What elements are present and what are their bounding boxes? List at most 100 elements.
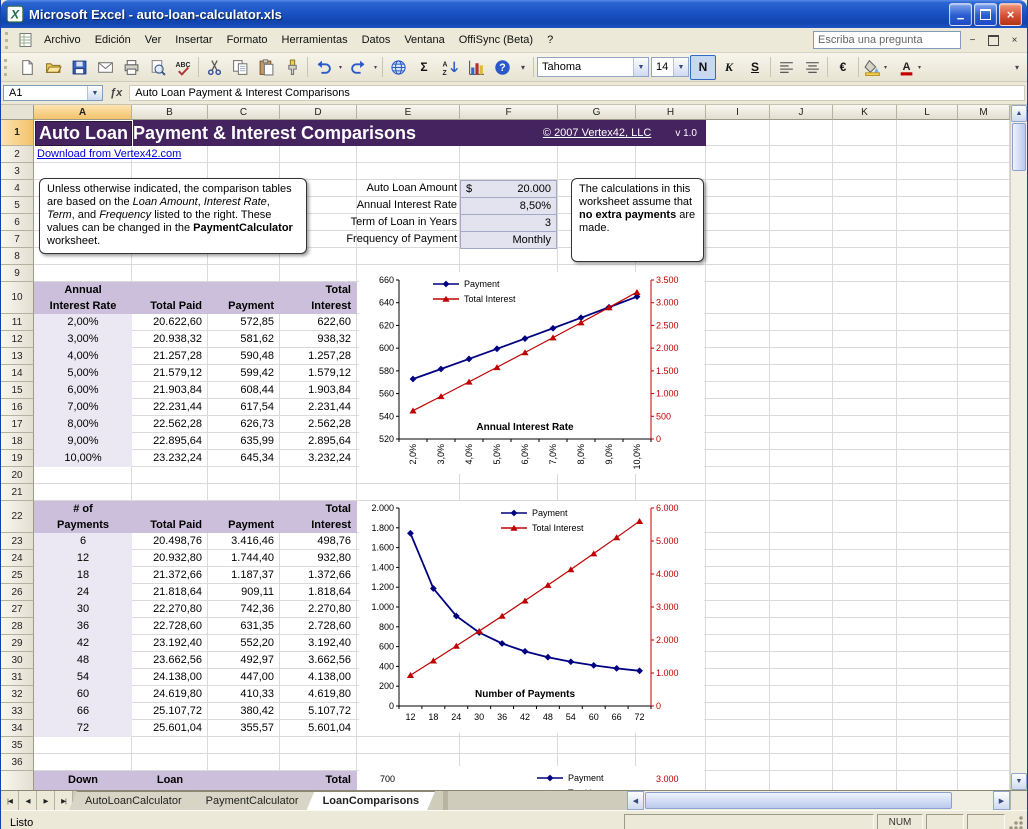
horizontal-scroll-thumb[interactable]	[645, 792, 953, 809]
row-header-14[interactable]: 14	[1, 365, 34, 382]
cell-C29[interactable]: 552,20	[208, 635, 274, 652]
cell-B32[interactable]: 24.619,80	[132, 686, 202, 703]
horizontal-scrollbar[interactable]: ◀ ▶	[627, 791, 1027, 810]
row-header-22[interactable]: 22	[1, 501, 34, 533]
cell-D25[interactable]: 1.372,66	[280, 567, 351, 584]
next-sheet-button[interactable]: ▶	[37, 791, 55, 810]
row-header-30[interactable]: 30	[1, 652, 34, 669]
scroll-up-button[interactable]: ▲	[1011, 105, 1027, 122]
down-payment-chart-partial[interactable]: 700 Payment Total Interest 3.000	[359, 766, 704, 790]
column-header-C[interactable]: C	[208, 105, 280, 120]
cell-B23[interactable]: 20.498,76	[132, 533, 202, 550]
tab-split-handle[interactable]	[443, 791, 449, 810]
table2-header-of[interactable]: # of	[34, 501, 132, 517]
cell-C33[interactable]: 380,42	[208, 703, 274, 720]
menu-grip[interactable]	[5, 31, 11, 49]
row-header-29[interactable]: 29	[1, 635, 34, 652]
cell-A14[interactable]: 5,00%	[34, 365, 132, 382]
undo-dropdown-icon[interactable]: ▾	[336, 56, 345, 79]
cell-B29[interactable]: 23.192,40	[132, 635, 202, 652]
payments-chart[interactable]: 0 200 400 600 800 1.000 1.200 1.400 1.600 1.800 2.…	[359, 501, 704, 733]
row-header-13[interactable]: 13	[1, 348, 34, 365]
cell-A15[interactable]: 6,00%	[34, 382, 132, 399]
cell-B11[interactable]: 20.622,60	[132, 314, 202, 331]
sort-ascending-button[interactable]: AZ	[437, 55, 463, 80]
row-header-5[interactable]: 5	[1, 197, 34, 214]
cell-B37[interactable]: Loan	[132, 772, 208, 788]
scroll-left-button[interactable]: ◀	[627, 791, 644, 810]
cell-C13[interactable]: 590,48	[208, 348, 274, 365]
row-header-11[interactable]: 11	[1, 314, 34, 331]
loan-value-frequency-of-payment[interactable]: Monthly	[460, 231, 557, 249]
cell-A13[interactable]: 4,00%	[34, 348, 132, 365]
row-header-25[interactable]: 25	[1, 567, 34, 584]
cell-A34[interactable]: 72	[34, 720, 132, 737]
cell-C18[interactable]: 635,99	[208, 433, 274, 450]
cell-D13[interactable]: 1.257,28	[280, 348, 351, 365]
column-header-D[interactable]: D	[280, 105, 357, 120]
cell-C23[interactable]: 3.416,46	[208, 533, 274, 550]
cell-A32[interactable]: 60	[34, 686, 132, 703]
cell-C25[interactable]: 1.187,37	[208, 567, 274, 584]
chart-wizard-button[interactable]	[463, 55, 489, 80]
cell-D30[interactable]: 3.662,56	[280, 652, 351, 669]
copyright-link[interactable]: © 2007 Vertex42, LLC	[543, 127, 651, 139]
menu-offisync-beta[interactable]: OffiSync (Beta)	[452, 30, 540, 50]
italic-button[interactable]: K	[716, 55, 742, 80]
fill-color-button[interactable]: ▾	[861, 56, 895, 79]
row-header-35[interactable]: 35	[1, 737, 34, 754]
menu-insertar[interactable]: Insertar	[168, 30, 219, 50]
autosum-button[interactable]: Σ	[411, 55, 437, 80]
cell-C30[interactable]: 492,97	[208, 652, 274, 669]
column-header-B[interactable]: B	[132, 105, 208, 120]
menu-formato[interactable]: Formato	[220, 30, 275, 50]
row-header-10[interactable]: 10	[1, 282, 34, 314]
print-button[interactable]	[118, 55, 144, 80]
cell-D33[interactable]: 5.107,72	[280, 703, 351, 720]
cell-B17[interactable]: 22.562,28	[132, 416, 202, 433]
row-header-12[interactable]: 12	[1, 331, 34, 348]
row-header-6[interactable]: 6	[1, 214, 34, 231]
row-header-27[interactable]: 27	[1, 601, 34, 618]
table1-header-annual[interactable]: Annual	[34, 282, 132, 298]
close-workbook-button[interactable]: ×	[1005, 31, 1024, 50]
align-center-button[interactable]	[799, 55, 825, 80]
table2-header-total-paid[interactable]: Total Paid	[132, 517, 202, 533]
format-painter-button[interactable]	[279, 55, 305, 80]
right-note-box[interactable]: The calculations in this worksheet assum…	[571, 178, 704, 262]
row-header-34[interactable]: 34	[1, 720, 34, 737]
loan-value-term-of-loan-in-years[interactable]: 3	[460, 214, 557, 232]
cell-D37[interactable]: Total	[280, 772, 351, 788]
new-workbook-button[interactable]	[14, 55, 40, 80]
spelling-button[interactable]: ABC	[170, 55, 196, 80]
redo-button[interactable]	[345, 55, 371, 80]
vertical-scrollbar[interactable]: ▲ ▼	[1010, 105, 1027, 790]
cut-button[interactable]	[201, 55, 227, 80]
table1-header-payment[interactable]: Payment	[208, 298, 274, 314]
cell-D15[interactable]: 1.903,84	[280, 382, 351, 399]
minimize-button[interactable]: −	[949, 2, 972, 26]
previous-sheet-button[interactable]: ◀	[19, 791, 37, 810]
cell-B13[interactable]: 21.257,28	[132, 348, 202, 365]
cell-A19[interactable]: 10,00%	[34, 450, 132, 467]
row-header-8[interactable]: 8	[1, 248, 34, 265]
cell-D16[interactable]: 2.231,44	[280, 399, 351, 416]
cell-D29[interactable]: 3.192,40	[280, 635, 351, 652]
insert-hyperlink-button[interactable]	[385, 55, 411, 80]
cell-A23[interactable]: 6	[34, 533, 132, 550]
cell-A37[interactable]: Down	[34, 772, 132, 788]
cell-D12[interactable]: 938,32	[280, 331, 351, 348]
cell-B16[interactable]: 22.231,44	[132, 399, 202, 416]
workbook-icon[interactable]	[18, 32, 34, 48]
cell-C19[interactable]: 645,34	[208, 450, 274, 467]
table2-header-total[interactable]: Total	[280, 501, 351, 517]
menu-datos[interactable]: Datos	[355, 30, 398, 50]
close-button[interactable]: ×	[999, 2, 1022, 26]
first-sheet-button[interactable]: |◀	[1, 791, 19, 810]
cell-B18[interactable]: 22.895,64	[132, 433, 202, 450]
cell-D32[interactable]: 4.619,80	[280, 686, 351, 703]
sheet-tab-loancomparisons[interactable]: LoanComparisons	[307, 791, 436, 810]
font-color-button[interactable]: A ▾	[895, 56, 929, 79]
restore-workbook-button[interactable]	[984, 31, 1003, 50]
column-header-A[interactable]: A	[34, 105, 132, 120]
